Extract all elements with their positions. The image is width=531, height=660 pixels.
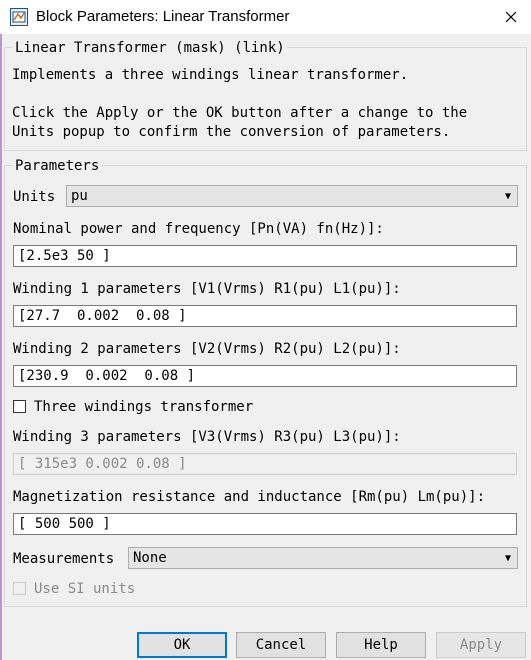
measurements-label: Measurements [13, 551, 115, 567]
close-button[interactable] [490, 0, 531, 34]
help-button[interactable]: Help [336, 632, 426, 658]
units-select[interactable]: pu ▼ [66, 185, 518, 207]
nominal-power-input[interactable]: [2.5e3 50 ] [13, 245, 517, 267]
window-title: Block Parameters: Linear Transformer [36, 8, 290, 25]
cancel-button[interactable]: Cancel [236, 632, 326, 658]
three-windings-checkbox[interactable] [13, 400, 26, 413]
description-line-3: Units popup to confirm the conversion of… [12, 124, 451, 140]
winding2-input[interactable]: [230.9 0.002 0.08 ] [13, 365, 517, 387]
winding1-input[interactable]: [27.7 0.002 0.08 ] [13, 305, 517, 327]
close-icon [505, 11, 516, 23]
winding2-label: Winding 2 parameters [V2(Vrms) R2(pu) L2… [13, 341, 401, 357]
description-legend: Linear Transformer (mask) (link) [13, 39, 287, 57]
magnetization-label: Magnetization resistance and inductance … [13, 489, 486, 505]
units-label: Units [13, 189, 56, 205]
nominal-power-label: Nominal power and frequency [Pn(VA) fn(H… [13, 221, 384, 237]
winding3-input: [ 315e3 0.002 0.08 ] [13, 453, 517, 475]
window-border [0, 0, 2, 660]
parameters-legend: Parameters [13, 157, 102, 175]
winding1-label: Winding 1 parameters [V1(Vrms) R1(pu) L1… [13, 281, 401, 297]
measurements-selected-value: None [133, 550, 167, 566]
si-units-label: Use SI units [34, 581, 136, 597]
description-line-1: Implements a three windings linear trans… [12, 67, 409, 83]
measurements-select[interactable]: None ▼ [128, 547, 518, 569]
simulink-block-icon [10, 8, 28, 26]
si-units-checkbox [13, 582, 26, 595]
three-windings-label[interactable]: Three windings transformer [34, 398, 253, 416]
units-selected-value: pu [71, 188, 88, 204]
dropdown-arrow-icon: ▼ [504, 191, 511, 202]
magnetization-input[interactable]: [ 500 500 ] [13, 513, 517, 535]
description-line-2: Click the Apply or the OK button after a… [12, 105, 468, 121]
dropdown-arrow-icon: ▼ [504, 553, 511, 564]
title-bar[interactable]: Block Parameters: Linear Transformer [0, 0, 531, 34]
apply-button: Apply [436, 632, 526, 658]
ok-button[interactable]: OK [137, 632, 227, 658]
winding3-label: Winding 3 parameters [V3(Vrms) R3(pu) L3… [13, 429, 401, 445]
